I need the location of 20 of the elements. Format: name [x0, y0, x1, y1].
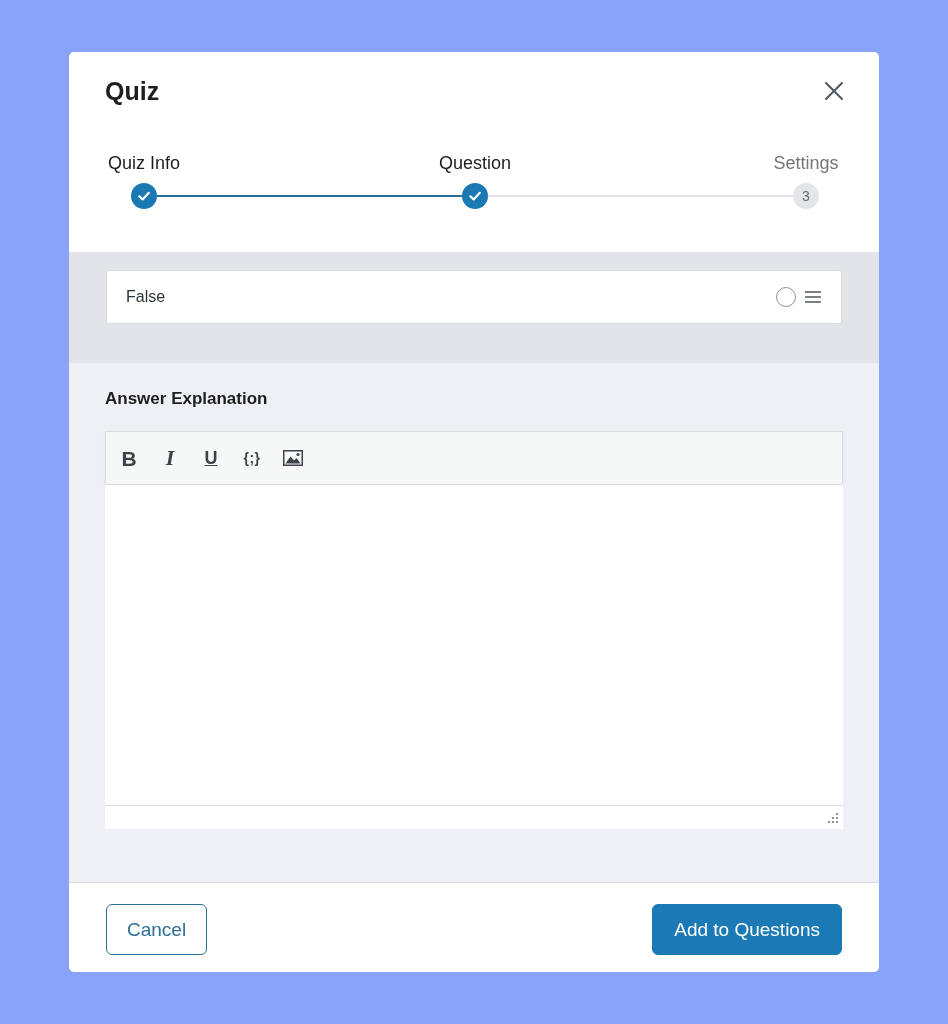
dialog-title: Quiz — [105, 76, 160, 106]
submit-button[interactable]: Add to Questions — [652, 904, 842, 955]
close-button[interactable] — [825, 82, 843, 100]
italic-button[interactable]: I — [155, 443, 185, 473]
answer-text: False — [126, 288, 166, 306]
step-label: Quiz Info — [108, 152, 181, 174]
drag-handle-icon[interactable] — [805, 291, 821, 303]
step-number: 3 — [793, 183, 819, 209]
code-button[interactable]: {;} — [237, 443, 267, 473]
editor-field[interactable] — [105, 485, 843, 805]
field-label: Answer Explanation — [105, 388, 269, 410]
underline-button[interactable]: U — [196, 443, 226, 473]
step-label: Question — [439, 152, 512, 174]
image-icon — [283, 450, 303, 466]
step-label: Settings — [773, 152, 839, 174]
resize-handle-icon[interactable] — [828, 812, 838, 823]
radio-button[interactable] — [776, 287, 796, 307]
bold-button[interactable]: B — [114, 443, 144, 473]
close-icon — [825, 82, 843, 100]
cancel-button[interactable]: Cancel — [106, 904, 208, 955]
